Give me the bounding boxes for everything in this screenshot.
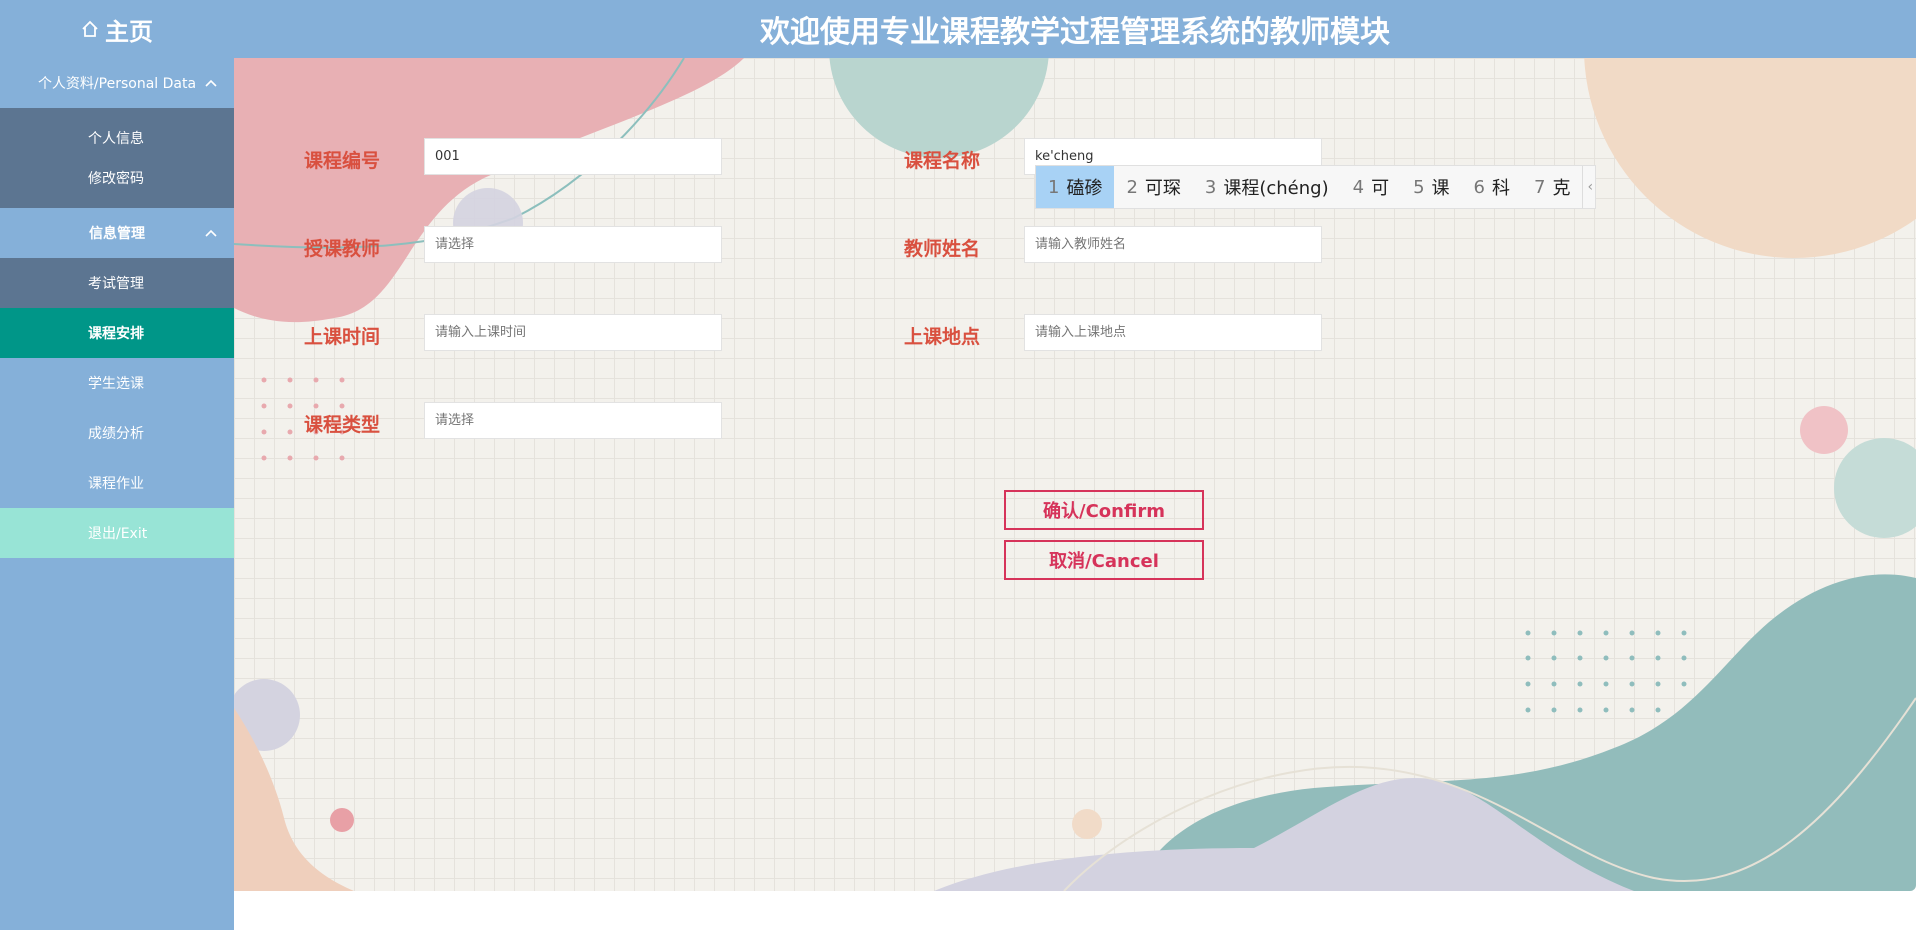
system-title: 欢迎使用专业课程教学过程管理系统的教师模块: [760, 15, 1390, 50]
teacher-select[interactable]: [424, 226, 722, 263]
course-id-input[interactable]: [424, 138, 722, 175]
ime-candidate[interactable]: 1 磕碜: [1036, 166, 1115, 208]
sidebar-item-change-password[interactable]: 修改密码: [0, 158, 234, 198]
ime-candidate[interactable]: 2 可琛: [1114, 166, 1192, 208]
ime-candidate-bar: 1 磕碜 2 可琛 3 课程(chéng) 4可 5课 6科 7克 ‹: [1035, 165, 1596, 209]
ime-page-arrow[interactable]: ‹: [1582, 166, 1595, 208]
confirm-button[interactable]: 确认/Confirm: [1004, 490, 1204, 530]
ime-candidate[interactable]: 4可: [1341, 166, 1401, 208]
ime-candidate[interactable]: 3 课程(chéng): [1193, 166, 1341, 208]
course-type-label: 课程类型: [304, 414, 381, 436]
sidebar-group-info-management[interactable]: 信息管理: [0, 208, 234, 258]
teacher-label: 授课教师: [304, 238, 381, 260]
home-label: 主页: [105, 17, 153, 46]
class-time-label: 上课时间: [304, 326, 381, 348]
sidebar-group-label: 个人资料/Personal Data: [37, 76, 197, 92]
sidebar-item-personal-info[interactable]: 个人信息: [0, 118, 234, 158]
ime-candidate[interactable]: 6科: [1462, 166, 1522, 208]
sidebar: 个人资料/Personal Data 个人信息 修改密码 信息管理 考试管理 课…: [0, 58, 234, 930]
cancel-button[interactable]: 取消/Cancel: [1004, 540, 1204, 580]
class-location-input[interactable]: [1024, 314, 1322, 351]
teacher-name-input[interactable]: [1024, 226, 1322, 263]
home-link[interactable]: 主页: [0, 0, 234, 58]
sidebar-item-exit[interactable]: 退出/Exit: [0, 508, 234, 558]
sidebar-item-student-selection[interactable]: 学生选课: [0, 358, 234, 408]
chevron-up-icon: [205, 229, 217, 237]
ime-candidate[interactable]: 5课: [1401, 166, 1461, 208]
class-time-input[interactable]: [424, 314, 722, 351]
course-type-select[interactable]: [424, 402, 722, 439]
sidebar-submenu-personal: 个人信息 修改密码: [0, 108, 234, 208]
sidebar-group-personal-data[interactable]: 个人资料/Personal Data: [0, 58, 234, 108]
home-icon: [82, 20, 98, 37]
top-header: 主页 欢迎使用专业课程教学过程管理系统的教师模块: [0, 0, 1916, 58]
sidebar-item-course-homework[interactable]: 课程作业: [0, 458, 234, 508]
sidebar-item-exam-management[interactable]: 考试管理: [0, 258, 234, 308]
course-id-label: 课程编号: [304, 150, 381, 172]
chevron-up-icon: [205, 79, 217, 87]
course-name-label: 课程名称: [904, 150, 981, 172]
class-location-label: 上课地点: [904, 326, 981, 348]
teacher-name-label: 教师姓名: [904, 238, 981, 260]
sidebar-item-course-schedule[interactable]: 课程安排: [0, 308, 234, 358]
ime-candidate[interactable]: 7克: [1522, 166, 1582, 208]
sidebar-group-label: 信息管理: [89, 226, 145, 242]
sidebar-item-grade-analysis[interactable]: 成绩分析: [0, 408, 234, 458]
